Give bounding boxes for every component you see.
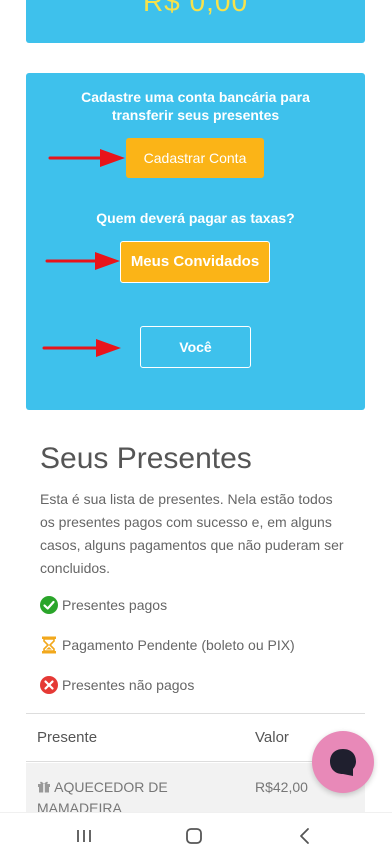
gift-icon (38, 781, 50, 793)
home-icon[interactable] (183, 825, 205, 847)
legend-label: Presentes não pagos (62, 677, 195, 693)
column-header-valor: Valor (255, 729, 289, 746)
chat-bubble-icon (330, 749, 356, 776)
recent-apps-icon[interactable] (73, 825, 95, 847)
my-guests-button[interactable]: Meus Convidados (120, 241, 270, 283)
balance-amount: R$ 0,00 (142, 0, 249, 17)
legend-unpaid: Presentes não pagos (40, 676, 194, 694)
register-account-button[interactable]: Cadastrar Conta (126, 138, 264, 178)
page-title: Seus Presentes (40, 442, 252, 475)
legend-pending: Pagamento Pendente (boleto ou PIX) (40, 636, 295, 654)
fees-question: Quem deverá pagar as taxas? (96, 210, 295, 226)
hourglass-icon (42, 636, 56, 654)
present-value: R$42,00 (255, 779, 308, 795)
present-name: AQUECEDOR DE MAMADEIRA (37, 779, 168, 816)
column-header-presente: Presente (37, 729, 98, 746)
bank-card-title: Cadastre uma conta bancária para transfe… (81, 89, 310, 123)
you-button[interactable]: Você (140, 326, 251, 368)
presentes-description: Esta é sua lista de presentes. Nela estã… (40, 491, 344, 576)
x-circle-icon (40, 676, 58, 694)
legend-paid: Presentes pagos (40, 596, 167, 614)
annotation-arrow-you (42, 339, 121, 357)
annotation-arrow-guests (45, 252, 120, 270)
balance-card: R$ 0,00 (26, 0, 365, 43)
annotation-arrow-register (48, 149, 125, 167)
legend-label: Pagamento Pendente (boleto ou PIX) (62, 637, 295, 653)
chat-button[interactable] (312, 731, 374, 793)
check-circle-icon (40, 596, 58, 614)
system-navigation-bar (0, 812, 392, 856)
legend-label: Presentes pagos (62, 597, 168, 613)
bank-account-card: Cadastre uma conta bancária para transfe… (26, 73, 365, 410)
back-icon[interactable] (294, 825, 316, 847)
